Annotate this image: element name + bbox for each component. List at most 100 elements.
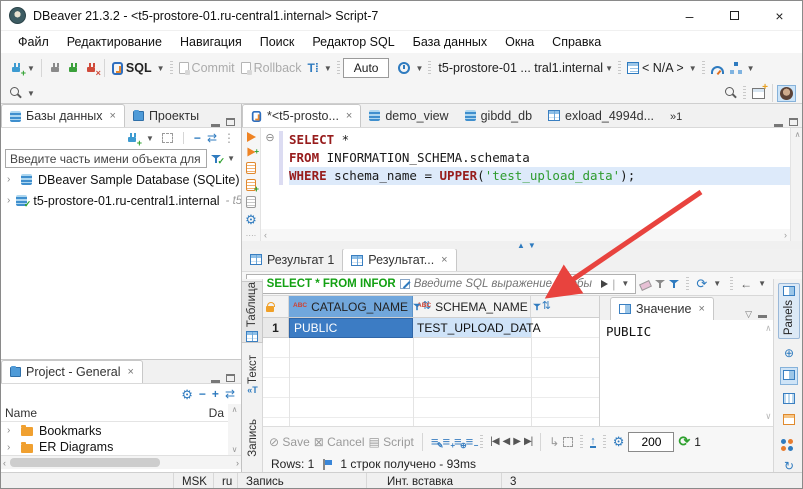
panel-menu-icon[interactable]: ▽ (745, 309, 752, 320)
nav-new-connection-icon[interactable]: + (126, 132, 138, 144)
tab-close-icon[interactable]: × (346, 110, 352, 122)
disconnect-button[interactable] (46, 59, 64, 77)
project-horizontal-scrollbar[interactable]: ‹ › (1, 455, 241, 469)
record-mode-icon[interactable]: ↻ (784, 460, 794, 472)
menu-navigation[interactable]: Навигация (171, 33, 251, 51)
tab-databases-close-icon[interactable]: × (110, 110, 116, 122)
scroll-down-icon[interactable]: ∨ (232, 445, 238, 454)
maximize-view-icon[interactable] (789, 118, 798, 126)
schema-name-sort-icon[interactable]: ⇅ (542, 301, 551, 312)
presentation-tab-text[interactable]: Текст «T (242, 349, 263, 401)
menu-file[interactable]: Файл (9, 33, 58, 51)
minimize-button[interactable]: – (667, 1, 712, 30)
last-row-icon[interactable]: ▶| (524, 436, 532, 447)
task-hierarchy-button[interactable] (727, 59, 745, 77)
minimize-view-icon[interactable] (211, 124, 220, 127)
editor-horizontal-scrollbar[interactable]: ‹ › (261, 229, 790, 241)
filter-history-dropdown[interactable]: ▼ (621, 279, 629, 288)
link-icon[interactable]: ⇄ (225, 387, 235, 401)
fetch-next-page-icon[interactable]: ↳ (549, 435, 559, 449)
scroll-right-icon[interactable]: › (236, 458, 239, 468)
row-number-cell[interactable]: 1 (263, 318, 289, 338)
tree-item-sample-db[interactable]: › DBeaver Sample Database (SQLite) (1, 169, 241, 190)
column-datasource[interactable]: Da (209, 406, 224, 420)
active-connection-select[interactable]: t5-prostore-01 ... tral1.internal (438, 61, 603, 75)
tab-close-icon[interactable]: × (441, 254, 447, 266)
minimize-view-icon[interactable] (774, 124, 783, 127)
transaction-dropdown[interactable]: ▼ (324, 64, 332, 73)
cell-catalog-name[interactable]: PUBLIC (289, 318, 413, 338)
scroll-up-icon[interactable]: ∧ (766, 324, 771, 334)
maximize-view-icon[interactable] (226, 374, 235, 382)
column-header-catalog-name[interactable]: ABC CATALOG_NAME ⇅ (289, 296, 413, 317)
references-panel-icon[interactable] (781, 435, 798, 458)
tab-result-2[interactable]: Результат... × (342, 248, 456, 271)
execute-statement-icon[interactable] (247, 132, 256, 142)
refresh-dropdown[interactable]: ▼ (713, 279, 721, 288)
collapse-all-icon[interactable]: − (194, 131, 201, 145)
maximize-button[interactable] (712, 1, 757, 30)
filters-icon[interactable] (655, 279, 665, 289)
dbeaver-perspective-button[interactable] (777, 85, 796, 102)
save-button[interactable]: ⊘ Save (269, 435, 310, 449)
expander-icon[interactable]: › (7, 174, 15, 185)
scroll-up-icon[interactable]: ∧ (232, 405, 238, 414)
menu-window[interactable]: Окна (496, 33, 543, 51)
search-dropdown[interactable]: ▼ (27, 89, 35, 98)
object-filter-input[interactable] (5, 149, 207, 168)
tab-project-general[interactable]: Project - General × (1, 360, 143, 383)
new-connection-dropdown[interactable]: ▼ (27, 64, 35, 73)
transaction-history-dropdown[interactable]: ▼ (415, 64, 423, 73)
expander-icon[interactable]: › (7, 442, 15, 453)
execute-script-new-icon[interactable]: + (246, 179, 256, 191)
expander-icon[interactable]: › (7, 425, 15, 436)
next-row-icon[interactable]: ▶ (513, 436, 520, 447)
rollback-button[interactable]: Rollback (238, 58, 305, 78)
tab-gibdd-db[interactable]: gibdd_db (457, 104, 540, 127)
menu-database[interactable]: База данных (404, 33, 496, 51)
expander-icon[interactable]: › (7, 195, 10, 206)
filter-expression-input[interactable] (414, 278, 598, 290)
disconnect-all-button[interactable]: × (82, 59, 100, 77)
commit-button[interactable]: Commit (176, 58, 238, 78)
fetch-size-input[interactable] (628, 432, 674, 452)
tab-overflow-chevron[interactable]: »1 (670, 111, 682, 123)
duplicate-row-icon[interactable]: ≡⊕ (454, 435, 462, 448)
menu-sql-editor[interactable]: Редактор SQL (303, 33, 403, 51)
sash-arrows-icon[interactable]: ▲▼ (517, 241, 539, 250)
refresh-spin-icon[interactable]: ⟳ (696, 276, 707, 292)
delete-row-icon[interactable]: ≡− (466, 435, 474, 448)
menu-help[interactable]: Справка (543, 33, 610, 51)
reconnect-button[interactable] (64, 59, 82, 77)
column-name[interactable]: Name (5, 406, 37, 420)
nav-back-icon[interactable]: ← (740, 277, 752, 291)
find-button[interactable] (722, 84, 740, 102)
menu-edit[interactable]: Редактирование (58, 33, 171, 51)
execute-script-icon[interactable] (246, 162, 256, 174)
schema-dropdown[interactable]: ▼ (689, 64, 697, 73)
tab-projects[interactable]: Проекты (125, 104, 207, 127)
tab-script-7[interactable]: *<t5-prosto... × (242, 104, 361, 127)
open-perspective-button[interactable] (749, 85, 768, 102)
tasks-dropdown[interactable]: ▼ (747, 64, 755, 73)
dashboard-button[interactable] (708, 59, 727, 77)
editor-vertical-scrollbar[interactable]: ∧ (790, 128, 803, 241)
add-row-icon[interactable]: ≡+ (442, 435, 450, 448)
cell-schema-name[interactable]: TEST_UPLOAD_DATA (413, 318, 531, 338)
value-viewer-panel-icon[interactable] (780, 367, 798, 385)
column-header-schema-name[interactable]: ABC SCHEMA_NAME ⇅ (413, 296, 531, 317)
aggregate-panel-icon[interactable] (783, 414, 795, 427)
catalog-name-filter-icon[interactable] (413, 303, 421, 311)
scroll-right-icon[interactable]: › (784, 230, 787, 240)
tab-databases[interactable]: Базы данных × (1, 104, 125, 127)
schema-name-filter-icon[interactable] (533, 303, 541, 311)
export-results-icon[interactable]: ↑ (590, 436, 596, 448)
collapse-icon[interactable]: − (199, 387, 206, 401)
panels-toggle-button[interactable]: Panels (778, 283, 800, 339)
filter-dropdown[interactable]: ▼ (227, 154, 235, 163)
filter-query-label[interactable]: SELECT * FROM INFOR (267, 278, 396, 290)
value-viewer[interactable]: PUBLIC ∧ ∨ (600, 320, 773, 426)
quick-search-button[interactable] (7, 84, 25, 102)
project-vertical-scrollbar[interactable]: ∧ ∨ (228, 404, 241, 455)
calc-panel-icon[interactable] (783, 393, 795, 406)
